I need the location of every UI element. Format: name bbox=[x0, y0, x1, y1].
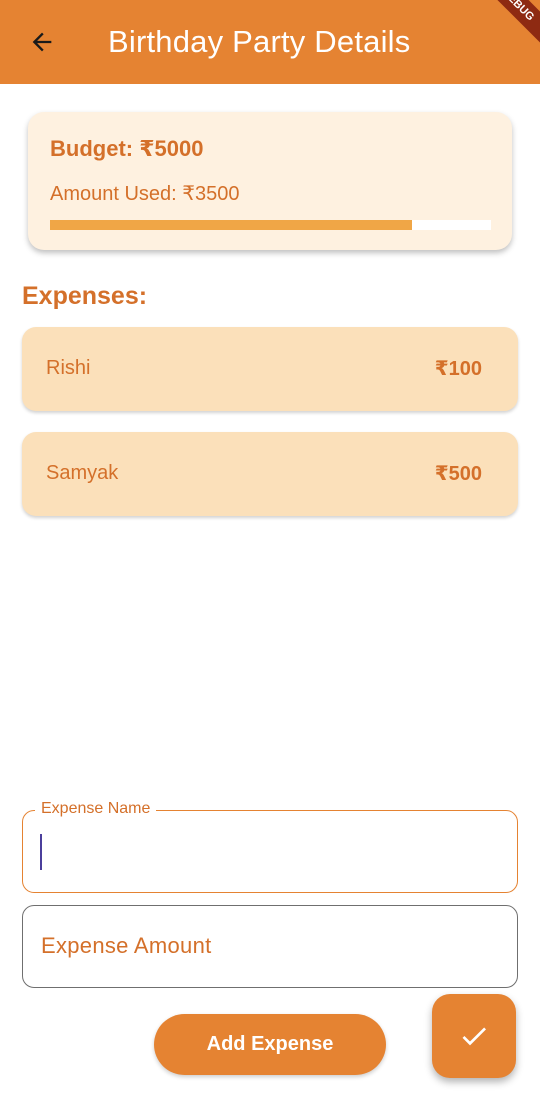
budget-progress-fill bbox=[50, 220, 412, 230]
budget-card: Budget: ₹5000 Amount Used: ₹3500 bbox=[28, 112, 512, 250]
expense-item[interactable]: Rishi ₹100 bbox=[22, 327, 518, 411]
check-icon bbox=[462, 1027, 486, 1046]
app-bar: Birthday Party Details DEBUG bbox=[0, 0, 540, 84]
arrow-left-icon bbox=[32, 32, 52, 52]
page-title: Birthday Party Details bbox=[108, 24, 411, 59]
expenses-heading: Expenses: bbox=[22, 282, 148, 310]
expense-name: Samyak bbox=[46, 462, 119, 484]
budget-label: Budget: ₹5000 bbox=[50, 136, 204, 161]
expense-item[interactable]: Samyak ₹500 bbox=[22, 432, 518, 516]
expense-amount-field[interactable]: Expense Amount bbox=[22, 905, 518, 988]
expense-amount: ₹100 bbox=[434, 358, 482, 380]
expense-name-field[interactable]: Expense Name bbox=[22, 799, 518, 893]
expense-amount: ₹500 bbox=[434, 463, 482, 485]
back-button[interactable] bbox=[22, 22, 62, 62]
debug-banner: DEBUG bbox=[467, 0, 540, 56]
text-cursor bbox=[40, 834, 42, 870]
expense-name-field-label: Expense Name bbox=[35, 799, 157, 819]
confirm-fab[interactable] bbox=[432, 994, 516, 1078]
budget-progress-bar bbox=[50, 220, 491, 230]
amount-used-label: Amount Used: ₹3500 bbox=[50, 183, 240, 205]
expense-amount-placeholder: Expense Amount bbox=[41, 933, 212, 958]
expense-name: Rishi bbox=[46, 357, 91, 379]
add-expense-button[interactable]: Add Expense bbox=[154, 1014, 386, 1075]
